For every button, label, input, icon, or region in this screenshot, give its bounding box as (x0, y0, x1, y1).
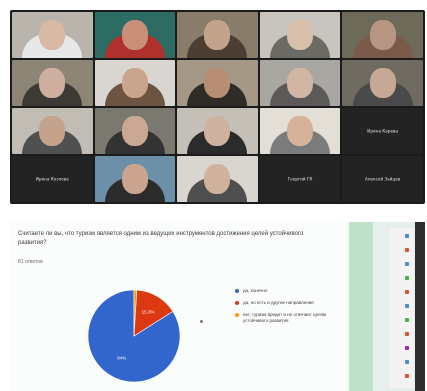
participant-tile[interactable] (342, 60, 423, 106)
participant-tile[interactable] (259, 60, 341, 106)
legend-swatch (235, 313, 239, 317)
participant-name: Ирина Козлова (35, 176, 69, 182)
participant-video (342, 12, 423, 58)
participant-video (177, 156, 258, 202)
side-panel-marker (405, 332, 409, 336)
participant-video (12, 60, 93, 106)
pie-chart: 84% 15.3% (84, 286, 184, 386)
participant-face (287, 68, 314, 99)
participant-face (39, 20, 66, 51)
participant-tile[interactable] (12, 12, 93, 58)
participant-tile[interactable]: Ирина Козлова (12, 156, 93, 202)
side-panel-marker (405, 304, 409, 308)
participant-face (204, 20, 231, 51)
participant-video (177, 12, 258, 58)
legend-swatch (235, 289, 239, 293)
side-panel-marker (405, 234, 409, 238)
participant-face (121, 20, 148, 51)
side-panel-marker (405, 374, 409, 378)
participant-tile[interactable]: Алексей Зайцев (342, 156, 423, 202)
side-panel-marker (405, 248, 409, 252)
participant-face (121, 164, 148, 195)
participant-tile[interactable] (177, 12, 258, 58)
participant-video (342, 60, 423, 106)
participant-face (369, 20, 396, 51)
legend-item: нет, туризм вредит и не отвечает целям у… (235, 312, 331, 324)
poll-question: Считаете ли вы, что туризм является одни… (18, 231, 304, 246)
participant-video (260, 12, 341, 58)
legend-label: да, конечно (243, 288, 268, 293)
participant-tile[interactable] (259, 12, 341, 58)
pie-legend: да, конечно да, но есть и другие направле… (235, 288, 331, 330)
side-panel-marker (405, 262, 409, 266)
poll-slide: Считаете ли вы, что туризм является одни… (10, 222, 365, 391)
participant-tile[interactable] (177, 60, 258, 106)
participant-tile[interactable] (12, 108, 93, 154)
participant-video (95, 60, 176, 106)
pie-slice-label: 15.3% (142, 310, 155, 315)
participant-video (177, 60, 258, 106)
pie-chart-svg: 84% 15.3% (87, 289, 181, 383)
participant-face (287, 20, 314, 51)
poll-answers-count: 81 ответов (18, 259, 43, 265)
side-panel-marker (405, 290, 409, 294)
slide-side-strip (349, 222, 373, 391)
participant-video (12, 12, 93, 58)
participant-tile[interactable]: Ирина Карева (342, 108, 423, 154)
participant-face (369, 68, 396, 99)
participant-video (95, 156, 176, 202)
participant-tile[interactable]: Георгий ГК (259, 156, 341, 202)
side-panel-marker (405, 276, 409, 280)
side-panel-marker (405, 318, 409, 322)
participant-tile[interactable] (177, 156, 258, 202)
participant-face (204, 116, 231, 147)
participant-video (177, 108, 258, 154)
participant-video (260, 108, 341, 154)
participant-tile[interactable] (259, 108, 341, 154)
participant-tile[interactable] (177, 108, 258, 154)
video-thumbnail-strip (415, 222, 425, 391)
participant-face (39, 116, 66, 147)
participant-name: Георгий ГК (287, 176, 313, 182)
participant-face (287, 116, 314, 147)
legend-item: да, конечно (235, 288, 331, 294)
side-panel-marker (405, 346, 409, 350)
participant-face (39, 68, 66, 99)
participant-video (12, 108, 93, 154)
participant-tile[interactable] (12, 60, 93, 106)
participant-name: Ирина Карева (367, 128, 399, 134)
legend-item: да, но есть и другие направления (235, 300, 331, 306)
shared-screen: Считаете ли вы, что туризм является одни… (10, 222, 425, 391)
legend-swatch (235, 301, 239, 305)
participant-video (95, 108, 176, 154)
participant-name: Алексей Зайцев (365, 176, 401, 182)
participant-video (95, 12, 176, 58)
participant-video (260, 60, 341, 106)
participant-face (204, 68, 231, 99)
cursor-dot (200, 320, 203, 323)
pie-slice-label: 84% (117, 356, 126, 361)
video-call-grid: Ирина Карева Ирина Козлова Георгий ГК Алекс… (10, 10, 425, 204)
side-panel (390, 228, 414, 388)
participant-tile[interactable] (94, 108, 176, 154)
legend-label: нет, туризм вредит и не отвечает целям у… (243, 312, 327, 323)
participant-tile[interactable] (342, 12, 423, 58)
participant-tile[interactable] (94, 156, 176, 202)
participant-face (121, 116, 148, 147)
legend-label: да, но есть и другие направления (243, 300, 314, 305)
side-panel-marker (405, 360, 409, 364)
participant-tile[interactable] (94, 12, 176, 58)
participant-face (121, 68, 148, 99)
participant-tile[interactable] (94, 60, 176, 106)
participant-face (204, 164, 231, 195)
